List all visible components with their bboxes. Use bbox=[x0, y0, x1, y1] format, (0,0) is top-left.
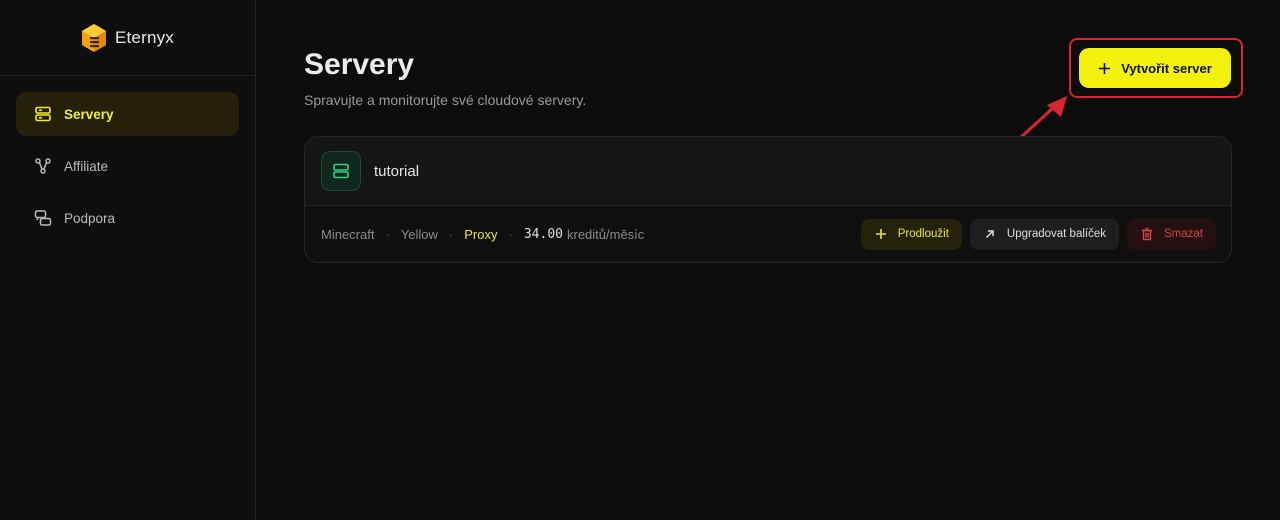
trash-icon bbox=[1142, 227, 1152, 241]
extend-button[interactable]: Prodloužit bbox=[860, 218, 962, 250]
separator-dot: · bbox=[508, 226, 513, 242]
server-plan: Yellow bbox=[400, 226, 438, 242]
app-root: Eternyx Servery Affiliate Podpora Server… bbox=[0, 0, 1280, 520]
eternyx-logo-icon bbox=[81, 23, 106, 52]
page-title: Servery bbox=[304, 48, 415, 81]
extend-label: Prodloužit bbox=[897, 228, 949, 240]
upgrade-label: Upgradovat balíček bbox=[1006, 228, 1106, 240]
server-card-header[interactable]: tutorial bbox=[305, 137, 1231, 206]
sidebar-item-label: Podpora bbox=[64, 210, 116, 226]
brand-name: Eternyx bbox=[114, 27, 175, 47]
sidebar-item-label: Affiliate bbox=[64, 158, 109, 174]
sidebar: Eternyx Servery Affiliate Podpora bbox=[0, 0, 256, 520]
server-type: Proxy bbox=[464, 226, 498, 242]
server-credits: 34.00 bbox=[523, 226, 563, 242]
sidebar-item-servery[interactable]: Servery bbox=[16, 92, 239, 136]
chat-icon bbox=[34, 210, 52, 226]
server-game: Minecraft bbox=[321, 226, 375, 242]
plus-icon bbox=[1099, 62, 1111, 74]
server-actions: Prodloužit Upgradovat balíček Smazat bbox=[860, 218, 1231, 250]
create-server-label: Vytvořit server bbox=[1121, 60, 1212, 76]
delete-label: Smazat bbox=[1164, 228, 1203, 240]
delete-button[interactable]: Smazat bbox=[1127, 218, 1216, 250]
server-status-icon bbox=[321, 151, 361, 191]
server-name: tutorial bbox=[374, 162, 420, 180]
server-card: tutorial Minecraft · Yellow · Proxy · 34… bbox=[304, 136, 1232, 263]
main-content: Servery Spravujte a monitorujte své clou… bbox=[257, 0, 1280, 520]
sidebar-item-affiliate[interactable]: Affiliate bbox=[16, 144, 239, 188]
share-icon bbox=[35, 158, 51, 174]
server-card-details: Minecraft · Yellow · Proxy · 34.00 kredi… bbox=[305, 206, 1231, 262]
server-icon bbox=[35, 106, 51, 122]
arrow-up-right-icon bbox=[985, 230, 994, 239]
server-credits-unit: kreditů/měsíc bbox=[566, 226, 645, 242]
sidebar-item-label: Servery bbox=[64, 106, 114, 122]
sidebar-item-podpora[interactable]: Podpora bbox=[16, 196, 239, 240]
upgrade-package-button[interactable]: Upgradovat balíček bbox=[969, 218, 1119, 250]
plus-icon bbox=[875, 229, 886, 239]
sidebar-nav: Servery Affiliate Podpora bbox=[0, 76, 255, 264]
create-server-button[interactable]: Vytvořit server bbox=[1079, 48, 1231, 88]
brand[interactable]: Eternyx bbox=[0, 0, 255, 76]
page-subtitle: Spravujte a monitorujte své cloudové ser… bbox=[304, 92, 587, 108]
separator-dot: · bbox=[448, 226, 454, 242]
separator-dot: · bbox=[385, 226, 390, 242]
